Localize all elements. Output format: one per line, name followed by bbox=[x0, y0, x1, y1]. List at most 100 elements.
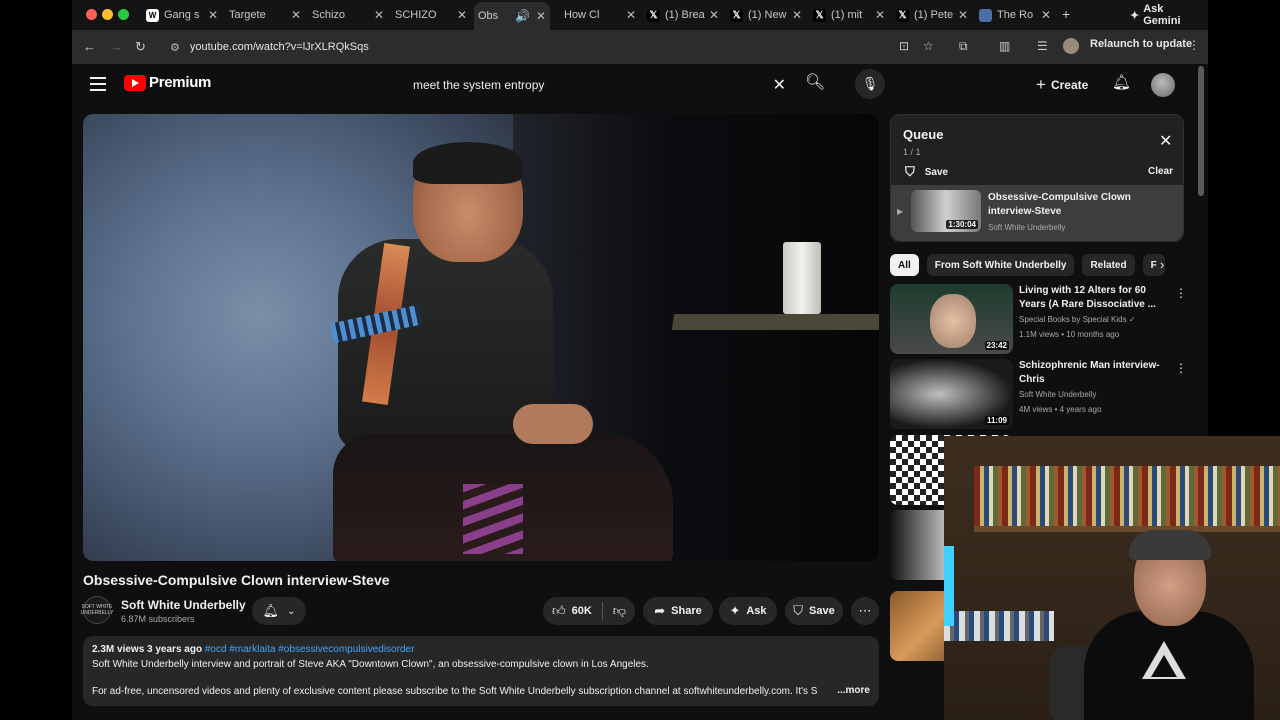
chip-related[interactable]: Related bbox=[1082, 254, 1135, 276]
queue-thumbnail: 1:30:04 bbox=[911, 190, 981, 232]
extensions-icon[interactable]: ⧉ bbox=[959, 39, 968, 54]
close-tab-icon[interactable]: ✕ bbox=[958, 8, 968, 22]
browser-tab[interactable]: 𝕏 (1) New ✕ bbox=[726, 4, 806, 26]
close-tab-icon[interactable]: ✕ bbox=[374, 8, 384, 22]
queue-title: Queue bbox=[903, 127, 944, 142]
reading-list-icon[interactable]: ☰ bbox=[1037, 39, 1048, 53]
bookshelf bbox=[974, 466, 1280, 526]
menu-icon[interactable] bbox=[90, 77, 106, 91]
chevron-right-icon[interactable]: › bbox=[1160, 257, 1164, 272]
browser-tab[interactable]: 𝕏 (1) Pete ✕ bbox=[892, 4, 972, 26]
share-button[interactable]: ➦ Share bbox=[643, 597, 713, 625]
filter-chips: All From Soft White Underbelly Related F bbox=[890, 254, 1180, 278]
page-scrollbar[interactable] bbox=[1198, 66, 1204, 196]
more-actions-button[interactable]: ⋯ bbox=[851, 597, 879, 625]
hashtags[interactable]: #ocd #marklaita #obsessivecompulsivediso… bbox=[205, 644, 415, 655]
plus-icon: + bbox=[1036, 75, 1046, 94]
related-video[interactable]: 11:09 Schizophrenic Man interview-Chris … bbox=[890, 359, 1187, 429]
browser-tab[interactable]: W Gang s ✕ bbox=[142, 4, 222, 26]
relaunch-button[interactable]: Relaunch to update bbox=[1090, 38, 1192, 50]
youtube-premium-logo[interactable]: Premium bbox=[124, 74, 211, 91]
notifications-bell-icon[interactable]: 🔔︎ bbox=[1112, 73, 1131, 91]
related-video[interactable]: 23:42 Living with 12 Alters for 60 Years… bbox=[890, 284, 1187, 354]
close-tab-icon[interactable]: ✕ bbox=[536, 9, 546, 23]
sparkle-icon: ✦ bbox=[729, 603, 741, 618]
close-tab-icon[interactable]: ✕ bbox=[208, 8, 218, 22]
close-tab-icon[interactable]: ✕ bbox=[792, 8, 802, 22]
queue-save-button[interactable]: ⛉ Save bbox=[905, 164, 948, 180]
x-favicon-icon: 𝕏 bbox=[896, 8, 909, 22]
share-icon: ➦ bbox=[654, 603, 666, 618]
site-info-icon[interactable]: ⚙ bbox=[170, 41, 180, 54]
speaker-icon[interactable]: 🔊 bbox=[515, 9, 530, 23]
queue-item[interactable]: ▶ 1:30:04 Obsessive-Compulsive Clown int… bbox=[891, 185, 1183, 241]
masthead: Premium meet the system entropy ✕ 🔍︎ 🎙︎ … bbox=[72, 64, 1208, 108]
sparkle-icon: ✦ bbox=[1130, 9, 1140, 22]
browser-tab[interactable]: ▶ Schizo ✕ bbox=[308, 4, 393, 81]
browser-tab[interactable]: ▶ How Cl ✕ bbox=[560, 4, 645, 81]
chip-all[interactable]: All bbox=[890, 254, 919, 276]
ask-gemini-button[interactable]: ✦ Ask Gemini bbox=[1122, 3, 1208, 27]
side-panel-icon[interactable]: ▥ bbox=[999, 39, 1010, 53]
x-favicon-icon: 𝕏 bbox=[813, 8, 826, 22]
like-count[interactable]: 60K bbox=[572, 605, 592, 617]
browser-tab[interactable]: The Ro ✕ bbox=[975, 4, 1055, 26]
save-button[interactable]: ⛉ Save bbox=[785, 597, 843, 625]
chip-from-channel[interactable]: From Soft White Underbelly bbox=[926, 254, 1075, 276]
close-tab-icon[interactable]: ✕ bbox=[291, 8, 301, 22]
new-tab-icon[interactable]: + bbox=[1062, 6, 1070, 22]
close-tab-icon[interactable]: ✕ bbox=[875, 8, 885, 22]
close-tab-icon[interactable]: ✕ bbox=[626, 8, 636, 22]
queue-panel: Queue 1 / 1 ✕ ⛉ Save Clear ▶ 1:30:04 Obs… bbox=[890, 114, 1184, 242]
video-title: Obsessive-Compulsive Clown interview-Ste… bbox=[83, 572, 390, 588]
close-window-button[interactable] bbox=[86, 9, 97, 20]
close-tab-icon[interactable]: ✕ bbox=[457, 8, 467, 22]
search-icon[interactable]: 🔍︎ bbox=[805, 72, 825, 92]
channel-avatar[interactable]: SOFT WHITE UNDERBELLY bbox=[81, 596, 114, 624]
bookmark-icon: ⛉ bbox=[905, 164, 915, 179]
thumbs-down-icon[interactable]: 👎︎ bbox=[613, 603, 626, 619]
browser-tab[interactable]: ▶ SCHIZO ✕ bbox=[391, 4, 476, 81]
browser-tab[interactable]: ▶ Targete ✕ bbox=[225, 4, 310, 81]
browser-menu-icon[interactable]: ⋮ bbox=[1188, 38, 1200, 52]
browser-tab-active[interactable]: ▶ Obs 🔊 ✕ bbox=[474, 2, 559, 79]
profile-avatar[interactable] bbox=[1063, 38, 1079, 54]
ask-button[interactable]: ✦ Ask bbox=[719, 597, 777, 625]
x-favicon-icon: 𝕏 bbox=[647, 8, 660, 22]
more-vertical-icon[interactable]: ⋮ bbox=[1175, 361, 1187, 375]
bookmark-icon: ⛉ bbox=[793, 603, 804, 618]
browser-toolbar: ← → ↻ ⚙ youtube.com/watch?v=lJrXLRQkSqs … bbox=[72, 30, 1208, 64]
maximize-window-button[interactable] bbox=[118, 9, 129, 20]
video-player[interactable] bbox=[83, 114, 879, 561]
search-input[interactable]: meet the system entropy ✕ bbox=[402, 70, 802, 100]
close-tab-icon[interactable]: ✕ bbox=[1041, 8, 1051, 22]
microphone-icon[interactable]: 🎙︎ bbox=[855, 69, 885, 99]
close-icon[interactable]: ✕ bbox=[1159, 131, 1172, 151]
bell-icon: 🔔︎ bbox=[262, 603, 280, 618]
thumbs-up-icon[interactable]: 👍︎ bbox=[552, 603, 566, 619]
more-horizontal-icon: ⋯ bbox=[858, 603, 872, 618]
close-tab-icon[interactable]: ✕ bbox=[709, 8, 719, 22]
webcam-overlay bbox=[944, 436, 1280, 720]
account-avatar[interactable] bbox=[1151, 73, 1175, 97]
views-and-date: 2.3M views 3 years ago bbox=[92, 644, 203, 655]
minimize-window-button[interactable] bbox=[102, 9, 113, 20]
channel-name[interactable]: Soft White Underbelly bbox=[121, 598, 246, 612]
subscribed-button[interactable]: 🔔︎ ⌄ bbox=[252, 597, 306, 625]
install-app-icon[interactable]: ⊡ bbox=[899, 39, 909, 53]
create-button[interactable]: + Create bbox=[1036, 75, 1088, 95]
bookmark-star-icon[interactable]: ☆ bbox=[923, 39, 934, 53]
show-more-link[interactable]: ...more bbox=[833, 685, 870, 696]
cap bbox=[1129, 530, 1211, 560]
browser-chrome: W Gang s ✕ ▶ Targete ✕ ▶ Schizo ✕ ▶ SCHI… bbox=[72, 0, 1208, 81]
clear-search-icon[interactable]: ✕ bbox=[773, 75, 786, 95]
browser-tab[interactable]: 𝕏 (1) Brea ✕ bbox=[643, 4, 723, 26]
forward-arrow-icon[interactable]: → bbox=[110, 39, 123, 54]
video-description[interactable]: 2.3M views 3 years ago #ocd #marklaita #… bbox=[83, 636, 879, 706]
now-playing-icon: ▶ bbox=[897, 207, 904, 216]
browser-tab[interactable]: 𝕏 (1) mit ✕ bbox=[809, 4, 889, 26]
queue-clear-button[interactable]: Clear bbox=[1148, 166, 1173, 177]
reload-icon[interactable]: ↻ bbox=[135, 39, 146, 55]
back-arrow-icon[interactable]: ← bbox=[83, 39, 96, 54]
more-vertical-icon[interactable]: ⋮ bbox=[1175, 286, 1187, 300]
